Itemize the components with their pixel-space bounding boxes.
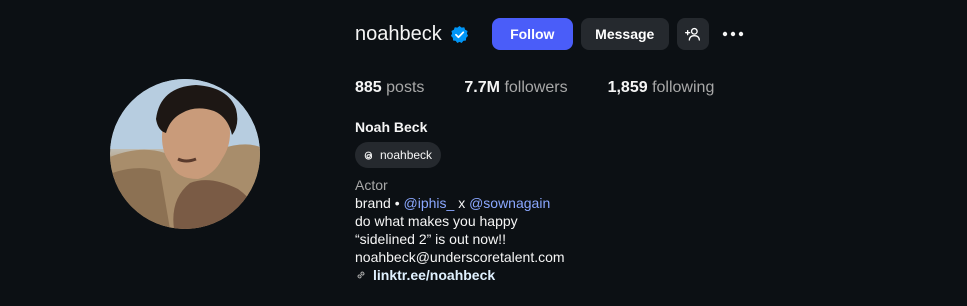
threads-icon <box>364 151 373 160</box>
bio-email: noahbeck@underscoretalent.com <box>355 249 565 265</box>
stat-value: 7.7M <box>464 79 500 96</box>
threads-handle: noahbeck <box>380 148 433 162</box>
external-link[interactable]: linktr.ee/noahbeck <box>355 266 565 284</box>
message-button[interactable]: Message <box>580 18 669 50</box>
bio-text: x <box>458 195 466 211</box>
profile-top-row: noahbeck Follow Message <box>355 17 745 51</box>
stat-value: 1,859 <box>607 79 648 96</box>
verified-badge-icon <box>450 25 469 44</box>
stat-followers[interactable]: 7.7M followers <box>464 79 567 97</box>
more-options-icon[interactable] <box>721 22 745 46</box>
bio-text: brand • <box>355 195 400 211</box>
username: noahbeck <box>355 22 442 45</box>
add-user-icon <box>684 27 700 41</box>
stat-following[interactable]: 1,859 following <box>608 79 715 97</box>
profile-avatar[interactable] <box>110 79 260 229</box>
stat-label: posts <box>386 79 425 96</box>
link-icon <box>357 271 365 279</box>
threads-link[interactable]: noahbeck <box>355 142 442 168</box>
stat-label: following <box>652 79 715 96</box>
follow-button[interactable]: Follow <box>491 18 573 50</box>
suggested-accounts-button[interactable] <box>676 18 709 50</box>
bio-line: do what makes you happy <box>355 213 518 229</box>
mention-link[interactable]: @iphis_ <box>404 195 455 211</box>
profile-stats: 885 posts 7.7M followers 1,859 following <box>355 79 754 97</box>
stat-posts: 885 posts <box>355 79 424 97</box>
bio-line-brand: brand • @iphis_ x @sownagain <box>355 194 565 212</box>
stat-label: followers <box>504 79 568 96</box>
profile-bio: Actor brand • @iphis_ x @sownagain do wh… <box>355 176 565 284</box>
profile-header: noahbeck Follow Message 885 posts 7.7M f… <box>355 0 955 306</box>
mention-link[interactable]: @sownagain <box>469 195 550 211</box>
bio-line: “sidelined 2” is out now!! <box>355 231 506 247</box>
external-link-text: linktr.ee/noahbeck <box>373 267 496 283</box>
full-name: Noah Beck <box>355 119 428 135</box>
avatar-photo <box>110 79 260 229</box>
stat-value: 885 <box>355 79 382 96</box>
profile-category: Actor <box>355 177 388 193</box>
